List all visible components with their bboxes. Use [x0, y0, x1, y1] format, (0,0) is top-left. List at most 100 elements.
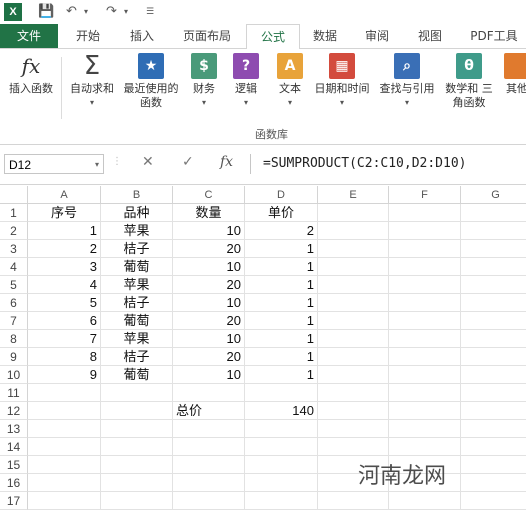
cell-b1[interactable]: 品种 — [101, 204, 173, 222]
cell-a8[interactable]: 7 — [28, 330, 101, 348]
cell-c3[interactable]: 20 — [173, 240, 245, 258]
cell-c5[interactable]: 20 — [173, 276, 245, 294]
row-header-2[interactable]: 2 — [0, 222, 28, 240]
cell-g16[interactable] — [461, 474, 526, 492]
cell-a14[interactable] — [28, 438, 101, 456]
row-header-1[interactable]: 1 — [0, 204, 28, 222]
cell-b4[interactable]: 葡萄 — [101, 258, 173, 276]
financial-button[interactable]: $ 财务 ▾ — [186, 53, 222, 110]
cell-a13[interactable] — [28, 420, 101, 438]
cell-f11[interactable] — [389, 384, 461, 402]
save-icon[interactable]: 💾 — [38, 3, 54, 21]
cell-e13[interactable] — [318, 420, 389, 438]
cell-f7[interactable] — [389, 312, 461, 330]
select-all-corner[interactable] — [0, 186, 28, 204]
cell-d14[interactable] — [245, 438, 318, 456]
cell-c2[interactable]: 10 — [173, 222, 245, 240]
redo-icon[interactable]: ↷ — [106, 3, 117, 21]
cell-a9[interactable]: 8 — [28, 348, 101, 366]
cell-e6[interactable] — [318, 294, 389, 312]
more-options-icon[interactable]: ⋮ — [112, 156, 122, 167]
cell-g1[interactable] — [461, 204, 526, 222]
row-header-9[interactable]: 9 — [0, 348, 28, 366]
tab-file[interactable]: 文件 — [0, 24, 58, 48]
cancel-icon[interactable]: ✕ — [142, 154, 154, 170]
date-time-button[interactable]: ▦ 日期和时间 ▾ — [310, 53, 374, 110]
cell-g15[interactable] — [461, 456, 526, 474]
cell-b12[interactable] — [101, 402, 173, 420]
cell-f8[interactable] — [389, 330, 461, 348]
row-header-13[interactable]: 13 — [0, 420, 28, 438]
cell-a7[interactable]: 6 — [28, 312, 101, 330]
cell-d7[interactable]: 1 — [245, 312, 318, 330]
cell-d6[interactable]: 1 — [245, 294, 318, 312]
recent-functions-button[interactable]: ★ 最近使用的 函数 — [120, 53, 182, 110]
cell-a2[interactable]: 1 — [28, 222, 101, 240]
cell-g2[interactable] — [461, 222, 526, 240]
cell-g3[interactable] — [461, 240, 526, 258]
cell-c11[interactable] — [173, 384, 245, 402]
customize-toolbar-icon[interactable]: ☰ — [146, 3, 154, 21]
cell-b3[interactable]: 桔子 — [101, 240, 173, 258]
cell-g10[interactable] — [461, 366, 526, 384]
cell-b7[interactable]: 葡萄 — [101, 312, 173, 330]
cell-a6[interactable]: 5 — [28, 294, 101, 312]
cell-a5[interactable]: 4 — [28, 276, 101, 294]
row-header-7[interactable]: 7 — [0, 312, 28, 330]
logical-button[interactable]: ? 逻辑 ▾ — [228, 53, 264, 110]
cell-e11[interactable] — [318, 384, 389, 402]
cell-e8[interactable] — [318, 330, 389, 348]
cell-a11[interactable] — [28, 384, 101, 402]
cell-b16[interactable] — [101, 474, 173, 492]
cell-g17[interactable] — [461, 492, 526, 510]
cell-d15[interactable] — [245, 456, 318, 474]
cell-c12[interactable]: 总价 — [173, 402, 245, 420]
name-box[interactable]: D12 ▾ — [4, 154, 104, 174]
cell-c8[interactable]: 10 — [173, 330, 245, 348]
insert-function-button[interactable]: fx 插入函数 — [2, 53, 60, 96]
cell-f4[interactable] — [389, 258, 461, 276]
row-header-8[interactable]: 8 — [0, 330, 28, 348]
row-header-11[interactable]: 11 — [0, 384, 28, 402]
cell-e9[interactable] — [318, 348, 389, 366]
cell-c14[interactable] — [173, 438, 245, 456]
cell-f1[interactable] — [389, 204, 461, 222]
row-header-15[interactable]: 15 — [0, 456, 28, 474]
cell-e3[interactable] — [318, 240, 389, 258]
cell-a12[interactable] — [28, 402, 101, 420]
cell-a10[interactable]: 9 — [28, 366, 101, 384]
cell-d5[interactable]: 1 — [245, 276, 318, 294]
cell-f6[interactable] — [389, 294, 461, 312]
cell-e1[interactable] — [318, 204, 389, 222]
cell-e5[interactable] — [318, 276, 389, 294]
cell-a16[interactable] — [28, 474, 101, 492]
column-header-g[interactable]: G — [461, 186, 526, 204]
cell-c1[interactable]: 数量 — [173, 204, 245, 222]
cell-e7[interactable] — [318, 312, 389, 330]
cell-d10[interactable]: 1 — [245, 366, 318, 384]
cell-c4[interactable]: 10 — [173, 258, 245, 276]
cell-c6[interactable]: 10 — [173, 294, 245, 312]
cell-g11[interactable] — [461, 384, 526, 402]
cell-a17[interactable] — [28, 492, 101, 510]
cell-b17[interactable] — [101, 492, 173, 510]
column-header-a[interactable]: A — [28, 186, 101, 204]
cell-e12[interactable] — [318, 402, 389, 420]
tab-home[interactable]: 开始 — [62, 24, 114, 48]
text-button[interactable]: A 文本 ▾ — [272, 53, 308, 110]
cell-d1[interactable]: 单价 — [245, 204, 318, 222]
cell-b2[interactable]: 苹果 — [101, 222, 173, 240]
column-header-f[interactable]: F — [389, 186, 461, 204]
tab-view[interactable]: 视图 — [404, 24, 456, 48]
cell-d2[interactable]: 2 — [245, 222, 318, 240]
cell-f13[interactable] — [389, 420, 461, 438]
insert-function-icon[interactable]: fx — [220, 154, 233, 170]
undo-icon[interactable]: ↶ — [66, 3, 77, 21]
cell-f10[interactable] — [389, 366, 461, 384]
cell-b5[interactable]: 苹果 — [101, 276, 173, 294]
tab-data[interactable]: 数据 — [300, 24, 350, 48]
row-header-5[interactable]: 5 — [0, 276, 28, 294]
column-header-b[interactable]: B — [101, 186, 173, 204]
cell-d4[interactable]: 1 — [245, 258, 318, 276]
row-header-17[interactable]: 17 — [0, 492, 28, 510]
